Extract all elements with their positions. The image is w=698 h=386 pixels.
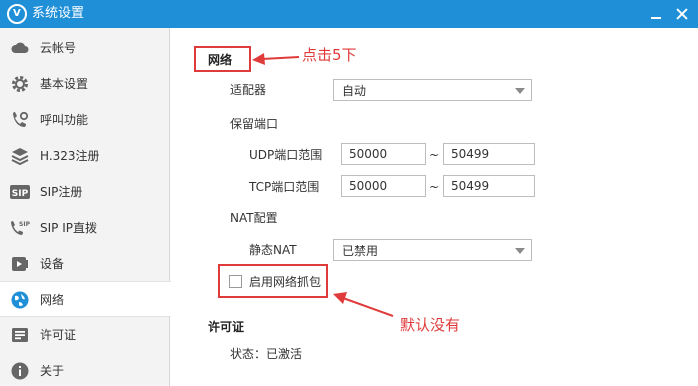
sidebar-item-call-features[interactable]: 呼叫功能 [0, 102, 170, 138]
sidebar-item-label: SIP注册 [40, 185, 83, 199]
udp-range-separator: ~ [429, 148, 440, 162]
sidebar-item-device[interactable]: 设备 [0, 246, 170, 282]
app-logo-text: V [13, 8, 21, 19]
sidebar-item-cloud-account[interactable]: 云帐号 [0, 30, 170, 66]
sidebar-item-label: 许可证 [40, 328, 77, 342]
adapter-select-value: 自动 [342, 84, 367, 98]
globe-icon [11, 291, 29, 309]
udp-port-from-input[interactable] [341, 143, 426, 165]
tcp-port-from-input[interactable] [341, 175, 426, 197]
license-icon [12, 328, 28, 342]
sip-phone-icon: SIP [11, 221, 30, 235]
license-section-title: 许可证 [208, 320, 245, 334]
minimize-button[interactable] [644, 2, 668, 26]
sidebar-item-label: SIP IP直拨 [40, 221, 97, 235]
video-device-icon [12, 257, 28, 271]
adapter-label: 适配器 [230, 83, 267, 97]
chevron-down-icon [515, 88, 525, 94]
sidebar-item-label: 呼叫功能 [40, 113, 89, 127]
default-hint-annotation: 默认没有 [400, 316, 461, 334]
license-status-text: 状态：已激活 [230, 347, 303, 361]
adapter-select[interactable]: 自动 [333, 79, 532, 101]
tcp-port-to-input[interactable] [443, 175, 535, 197]
phone-settings-icon [13, 111, 29, 127]
static-nat-select-value: 已禁用 [342, 244, 379, 258]
app-logo-icon: V [7, 4, 27, 24]
sidebar-item-label: 基本设置 [40, 77, 89, 91]
sidebar-item-label: 关于 [40, 364, 65, 378]
window-title: 系统设置 [32, 6, 85, 21]
network-title-highlight-box [194, 46, 251, 72]
sidebar-item-network[interactable]: 网络 [0, 281, 171, 317]
settings-sidebar: 云帐号 基本设置 呼叫功能 H.323注册 SIP SIP注册 SIP SIP … [0, 28, 171, 386]
close-button[interactable] [670, 2, 694, 26]
info-icon [11, 362, 29, 380]
sidebar-item-label: H.323注册 [40, 149, 100, 163]
nat-config-label: NAT配置 [230, 211, 278, 225]
sip-icon: SIP [10, 185, 30, 199]
tcp-port-range-label: TCP端口范围 [249, 180, 320, 194]
sidebar-item-label: 网络 [40, 293, 65, 307]
svg-text:SIP: SIP [12, 189, 29, 199]
gear-icon [12, 76, 28, 92]
sidebar-item-label: 云帐号 [40, 41, 77, 55]
title-bar: V 系统设置 [0, 0, 698, 28]
stack-layers-icon [11, 148, 29, 166]
sidebar-item-sip-ip-dial[interactable]: SIP SIP IP直拨 [0, 210, 170, 246]
click-hint-annotation: 点击5下 [302, 46, 357, 64]
udp-port-to-input[interactable] [443, 143, 535, 165]
svg-text:SIP: SIP [19, 221, 30, 228]
sidebar-item-label: 设备 [40, 257, 65, 271]
capture-option-highlight-box [218, 264, 328, 298]
reserved-ports-label: 保留端口 [230, 117, 279, 131]
cloud-icon [11, 42, 29, 53]
static-nat-select[interactable]: 已禁用 [333, 239, 532, 261]
chevron-down-icon [515, 248, 525, 254]
sidebar-item-h323[interactable]: H.323注册 [0, 138, 170, 174]
udp-port-range-label: UDP端口范围 [249, 148, 323, 162]
tcp-range-separator: ~ [429, 180, 440, 194]
static-nat-label: 静态NAT [249, 243, 297, 257]
sidebar-item-sip-register[interactable]: SIP SIP注册 [0, 174, 170, 210]
sidebar-item-basic-settings[interactable]: 基本设置 [0, 66, 170, 102]
sidebar-item-about[interactable]: 关于 [0, 353, 170, 386]
sidebar-item-license[interactable]: 许可证 [0, 317, 170, 353]
